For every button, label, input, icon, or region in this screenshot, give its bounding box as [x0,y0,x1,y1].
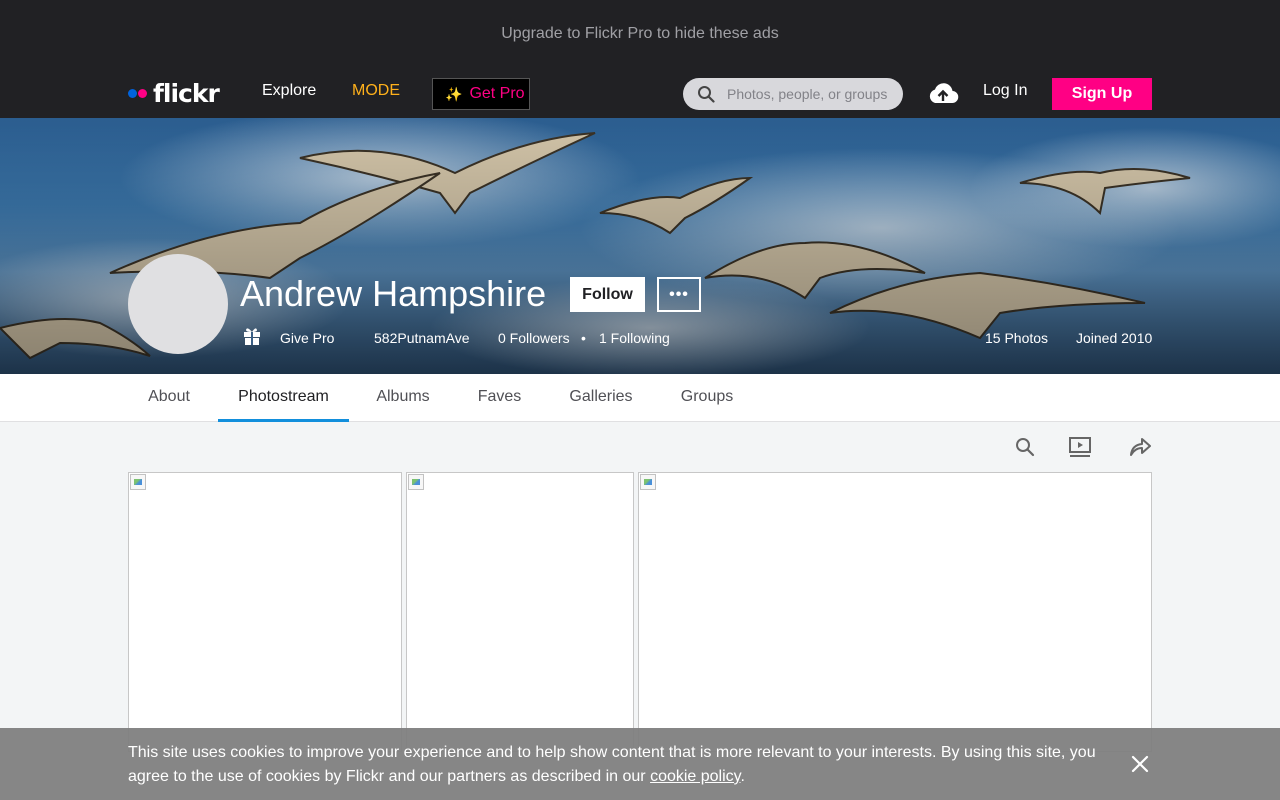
nav-mode-link[interactable]: MODE [352,82,400,100]
followers-count[interactable]: 0 Followers [498,330,570,346]
cover-photo: Andrew Hampshire Follow ••• Give Pro 582… [0,118,1280,374]
search-box[interactable] [683,78,903,110]
logo-wordmark: flickr [153,78,220,108]
profile-tabs: About Photostream Albums Faves Galleries… [0,374,1280,422]
ad-banner-text[interactable]: Upgrade to Flickr Pro to hide these ads [501,25,778,42]
get-pro-label: Get Pro [469,85,525,102]
cookie-period: . [740,768,745,785]
more-options-button[interactable]: ••• [657,277,701,312]
photo-tile[interactable] [638,472,1152,752]
slideshow-icon[interactable] [1068,436,1092,458]
close-icon[interactable] [1130,754,1150,774]
give-pro-link[interactable]: Give Pro [280,330,334,346]
photo-tile[interactable] [128,472,402,752]
search-icon[interactable] [1015,436,1035,458]
tab-galleries[interactable]: Galleries [559,374,643,422]
tab-faves[interactable]: Faves [462,374,537,422]
top-navigation: flickr Explore MODE ✨ Get Pro Log In Sig… [0,68,1280,118]
cookie-banner: This site uses cookies to improve your e… [0,728,1280,800]
meta-separator: • [581,330,586,346]
tab-groups[interactable]: Groups [667,374,747,422]
broken-image-icon [130,474,146,490]
search-input[interactable] [727,78,895,110]
photos-count: 15 Photos [985,330,1049,346]
follow-button[interactable]: Follow [570,277,645,312]
profile-handle: 582PutnamAve [374,330,470,346]
get-pro-button[interactable]: ✨ Get Pro [432,78,530,110]
logo-pink-dot [138,88,147,98]
profile-name: Andrew Hampshire [240,273,547,314]
cookie-text: This site uses cookies to improve your e… [128,741,1108,789]
cookie-policy-link[interactable]: cookie policy [650,768,740,785]
upload-cloud-icon[interactable] [927,81,959,105]
cookie-message: This site uses cookies to improve your e… [128,744,1096,785]
broken-image-icon [640,474,656,490]
sparkle-icon: ✨ [445,85,463,102]
tab-about[interactable]: About [128,374,210,422]
photo-tile[interactable] [406,472,634,752]
share-icon[interactable] [1128,436,1152,458]
logo-blue-dot [128,88,137,98]
nav-explore-link[interactable]: Explore [262,82,316,100]
avatar[interactable] [128,254,228,354]
login-link[interactable]: Log In [983,82,1027,100]
ad-banner[interactable]: Upgrade to Flickr Pro to hide these ads [0,0,1280,68]
following-count[interactable]: 1 Following [599,330,670,346]
gift-icon[interactable] [243,326,261,346]
flickr-logo[interactable]: flickr [128,78,220,108]
tab-photostream[interactable]: Photostream [218,374,349,422]
broken-image-icon [408,474,424,490]
tab-albums[interactable]: Albums [362,374,444,422]
joined-date: Joined 2010 [1076,330,1153,346]
signup-button[interactable]: Sign Up [1052,78,1152,110]
search-icon [698,86,715,103]
